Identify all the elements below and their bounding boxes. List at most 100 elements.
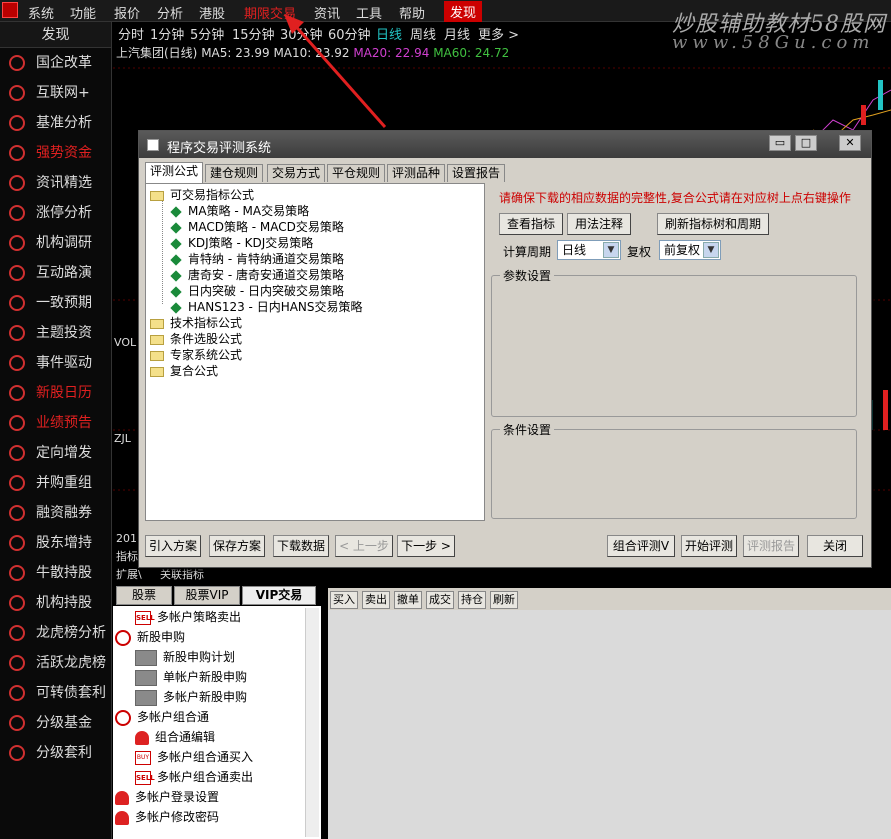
sidebar-item[interactable]: 事件驱动	[0, 348, 111, 378]
view-indicator-button[interactable]: 查看指标	[499, 213, 563, 235]
sidebar-item[interactable]: 涨停分析	[0, 198, 111, 228]
save-plan-button[interactable]: 保存方案	[209, 535, 265, 557]
download-data-button[interactable]: 下载数据	[273, 535, 329, 557]
buy-button[interactable]: 买入	[330, 591, 358, 609]
period-tab[interactable]: 15分钟	[232, 24, 275, 43]
tree-item[interactable]: SELL 多帐户策略卖出	[135, 608, 241, 625]
sell-button[interactable]: 卖出	[362, 591, 390, 609]
period-tab[interactable]: 月线	[444, 24, 470, 43]
period-tab[interactable]: 周线	[410, 24, 436, 43]
sidebar-item[interactable]: 融资融券	[0, 498, 111, 528]
tree-item-macd[interactable]: MACD策略 - MACD交易策略	[170, 218, 344, 235]
formula-tree[interactable]: 可交易指标公式 MA策略 - MA交易策略 MACD策略 - MACD交易策略 …	[145, 183, 485, 521]
next-step-button[interactable]: 下一步 >	[397, 535, 455, 557]
tree-item[interactable]: SELL 多帐户组合通卖出	[135, 768, 253, 785]
import-plan-button[interactable]: 引入方案	[145, 535, 201, 557]
maximize-icon[interactable]: □	[795, 135, 817, 151]
tree-item[interactable]: 新股申购计划	[135, 648, 235, 666]
dialog-titlebar[interactable]: 程序交易评测系统 ▭ □ ✕	[139, 131, 871, 158]
sidebar-item[interactable]: 股东增持	[0, 528, 111, 558]
tree-item[interactable]: 单帐户新股申购	[135, 668, 247, 686]
sidebar-item[interactable]: 机构调研	[0, 228, 111, 258]
vip-trading-tree[interactable]: SELL 多帐户策略卖出 新股申购 新股申购计划 单帐户新股申购 多帐户新股申购 …	[113, 606, 321, 839]
tab-vip-trading[interactable]: VIP交易	[242, 586, 316, 605]
tree-group[interactable]: 新股申购	[115, 628, 185, 646]
sidebar-item[interactable]: 国企改革	[0, 48, 111, 78]
sidebar-item[interactable]: 互动路演	[0, 258, 111, 288]
menu-discover[interactable]: 发现	[444, 1, 483, 22]
period-select[interactable]: 日线 ▼	[557, 240, 621, 260]
related-indicator-tab[interactable]: 关联指标	[160, 566, 204, 582]
sidebar-item[interactable]: 分级基金	[0, 708, 111, 738]
period-tab[interactable]: 分时	[118, 24, 144, 43]
tree-item[interactable]: BUY 多帐户组合通买入	[135, 748, 253, 765]
menu-hk-stock[interactable]: 港股	[199, 3, 225, 22]
fills-button[interactable]: 成交	[426, 591, 454, 609]
sidebar-item[interactable]: 并购重组	[0, 468, 111, 498]
tree-item[interactable]: 多帐户修改密码	[115, 808, 219, 825]
menu-quote[interactable]: 报价	[114, 3, 140, 22]
sidebar-item[interactable]: 强势资金	[0, 138, 111, 168]
sidebar-item[interactable]: 资讯精选	[0, 168, 111, 198]
tree-item[interactable]: 多帐户登录设置	[115, 788, 219, 805]
app-logo-icon[interactable]	[2, 2, 18, 18]
menu-help[interactable]: 帮助	[399, 3, 425, 22]
tree-item-intraday-breakout[interactable]: 日内突破 - 日内突破交易策略	[170, 282, 344, 299]
tree-folder-composite[interactable]: 复合公式	[150, 362, 218, 379]
fq-select[interactable]: 前复权 ▼	[659, 240, 721, 260]
sidebar-item[interactable]: 活跃龙虎榜	[0, 648, 111, 678]
close-button[interactable]: 关闭	[807, 535, 863, 557]
period-tab[interactable]: 5分钟	[190, 24, 224, 43]
tab-formula[interactable]: 评测公式	[145, 162, 204, 183]
tab-trade-method[interactable]: 交易方式	[267, 164, 326, 182]
tree-item[interactable]: 组合通编辑	[135, 728, 215, 745]
sidebar-item[interactable]: 互联网+	[0, 78, 111, 108]
tree-item[interactable]: 多帐户新股申购	[135, 688, 247, 706]
tree-item-kdj[interactable]: KDJ策略 - KDJ交易策略	[170, 234, 313, 251]
sidebar-item[interactable]: 定向增发	[0, 438, 111, 468]
tree-item-hans123[interactable]: HANS123 - 日内HANS交易策略	[170, 298, 363, 315]
sidebar-item[interactable]: 主题投资	[0, 318, 111, 348]
sidebar-item[interactable]: 龙虎榜分析	[0, 618, 111, 648]
restore-icon[interactable]: ▭	[769, 135, 791, 151]
tab-open-rule[interactable]: 建仓规则	[205, 164, 264, 182]
period-more[interactable]: 更多 >	[478, 24, 519, 43]
prev-step-button[interactable]: < 上一步	[335, 535, 393, 557]
tree-folder-tech[interactable]: 技术指标公式	[150, 314, 242, 331]
close-icon[interactable]: ✕	[839, 135, 861, 151]
sidebar-item[interactable]: 可转债套利	[0, 678, 111, 708]
sidebar-item[interactable]: 分级套利	[0, 738, 111, 768]
combo-test-button[interactable]: 组合评测V	[607, 535, 675, 557]
tab-stock[interactable]: 股票	[116, 586, 172, 605]
sidebar-item[interactable]: 一致预期	[0, 288, 111, 318]
sidebar-item[interactable]: 业绩预告	[0, 408, 111, 438]
sidebar-item[interactable]: 机构持股	[0, 588, 111, 618]
expand-tab[interactable]: 扩展\	[116, 566, 142, 582]
tab-stock-vip[interactable]: 股票VIP	[174, 586, 240, 605]
menu-function[interactable]: 功能	[70, 3, 96, 22]
cancel-order-button[interactable]: 撤单	[394, 591, 422, 609]
tree-folder-tradable[interactable]: 可交易指标公式	[150, 186, 254, 203]
tree-folder-condition[interactable]: 条件选股公式	[150, 330, 242, 347]
refresh-button[interactable]: 刷新	[490, 591, 518, 609]
tree-group[interactable]: 多帐户组合通	[115, 708, 209, 726]
tree-folder-expert[interactable]: 专家系统公式	[150, 346, 242, 363]
tree-item-keltner[interactable]: 肯特纳 - 肯特纳通道交易策略	[170, 250, 344, 267]
sidebar-item[interactable]: 牛散持股	[0, 558, 111, 588]
positions-button[interactable]: 持仓	[458, 591, 486, 609]
tree-scrollbar[interactable]	[305, 608, 319, 837]
period-tab[interactable]: 1分钟	[150, 24, 184, 43]
menu-analysis[interactable]: 分析	[157, 3, 183, 22]
menu-system[interactable]: 系统	[28, 3, 54, 22]
refresh-tree-button[interactable]: 刷新指标树和周期	[657, 213, 769, 235]
tree-item-donchian[interactable]: 唐奇安 - 唐奇安通道交易策略	[170, 266, 344, 283]
tab-close-rule[interactable]: 平仓规则	[327, 164, 386, 182]
tree-item-ma[interactable]: MA策略 - MA交易策略	[170, 202, 309, 219]
tab-report-settings[interactable]: 设置报告	[447, 164, 506, 182]
sidebar-item[interactable]: 基准分析	[0, 108, 111, 138]
usage-notes-button[interactable]: 用法注释	[567, 213, 631, 235]
tab-test-variety[interactable]: 评测品种	[387, 164, 446, 182]
sidebar-item[interactable]: 新股日历	[0, 378, 111, 408]
test-report-button[interactable]: 评测报告	[743, 535, 799, 557]
start-test-button[interactable]: 开始评测	[681, 535, 737, 557]
